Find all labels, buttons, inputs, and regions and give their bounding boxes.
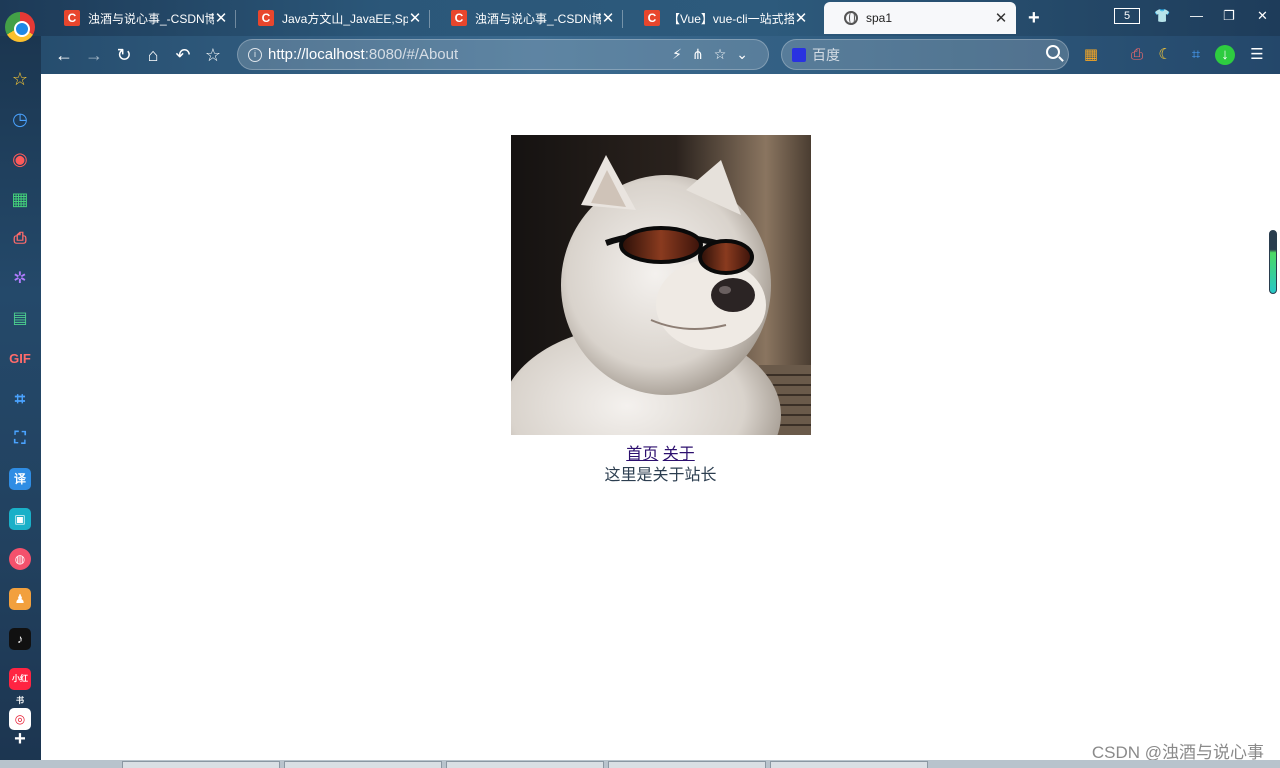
tab-title: 【Vue】vue-cli一站式搭 [668, 11, 794, 26]
qr-grid-icon[interactable]: ▦ [9, 188, 31, 210]
translate-icon[interactable]: 译 [9, 468, 31, 490]
search-icon[interactable] [1046, 45, 1060, 59]
close-icon[interactable]: ✕ [794, 9, 808, 27]
address-bar[interactable]: i http://localhost:8080/#/About ⚡⋔☆⌄ [237, 39, 769, 70]
taskbar-item[interactable] [608, 761, 766, 768]
apps-grid-icon[interactable]: ▦ [1081, 45, 1101, 65]
url-action-icons[interactable]: ⚡⋔☆⌄ [672, 46, 758, 63]
page-content: 首页 关于 这里是关于站长 [41, 74, 1280, 760]
tab-count-badge[interactable]: 5 [1114, 8, 1140, 24]
url-host: http://localhost [268, 46, 365, 63]
weibo-icon[interactable]: ◎ [9, 708, 31, 730]
csdn-icon: C [64, 10, 80, 26]
left-sidebar: ☆ ◷ ◉ ▦ ⎙ ✲ ▤ GIF ⌗ ⛶ 译 ▣ ◍ ♟ ♪ 小红书 ◎ + [0, 36, 41, 768]
browser-logo [5, 12, 35, 42]
tab-csdn-1[interactable]: C 浊酒与说心事_-CSDN博 ✕ [44, 2, 236, 34]
browser-titlebar: C 浊酒与说心事_-CSDN博 ✕ C Java方文山_JavaEE,Spri … [0, 0, 1280, 36]
close-icon[interactable]: ✕ [408, 9, 422, 27]
screenshot-icon[interactable]: ⛶ [9, 428, 31, 450]
globe-icon [844, 11, 858, 25]
taskbar-item[interactable] [770, 761, 928, 768]
tab-title: Java方文山_JavaEE,Spri [282, 11, 408, 26]
tab-title: 浊酒与说心事_-CSDN博 [88, 11, 214, 26]
home-icon[interactable]: ⌂ [142, 44, 164, 66]
new-tab-button[interactable]: + [1028, 7, 1040, 30]
favorites-star-icon[interactable]: ☆ [9, 68, 31, 90]
history-clock-icon[interactable]: ◷ [9, 108, 31, 130]
bug-icon[interactable]: ✲ [9, 268, 31, 290]
tab-spa1[interactable]: spa1 ✕ [824, 2, 1016, 34]
crop-sidebar-icon[interactable]: ⌗ [9, 388, 31, 410]
close-icon[interactable]: ✕ [214, 9, 228, 27]
forward-icon[interactable]: → [83, 44, 105, 66]
restore-icon[interactable]: ❐ [1223, 8, 1235, 24]
crop-icon[interactable]: ⌗ [1186, 45, 1206, 65]
download-icon[interactable]: ↓ [1215, 45, 1235, 65]
minimize-icon[interactable]: — [1190, 8, 1203, 23]
dog-sunglasses-image [511, 135, 811, 435]
display-icon[interactable]: ▣ [9, 508, 31, 530]
skin-icon[interactable]: 👕 [1154, 8, 1170, 24]
tab-vue[interactable]: C 【Vue】vue-cli一站式搭 ✕ [624, 2, 816, 34]
pdf-sidebar-icon[interactable]: ⎙ [9, 228, 31, 250]
about-text: 这里是关于站长 [604, 467, 717, 484]
close-icon[interactable]: ✕ [601, 9, 615, 27]
csdn-icon: C [451, 10, 467, 26]
notes-icon[interactable]: ▤ [9, 308, 31, 330]
tab-csdn-2[interactable]: C 浊酒与说心事_-CSDN博 ✕ [431, 2, 623, 34]
cast-icon[interactable]: ◍ [9, 548, 31, 570]
gif-icon[interactable]: GIF [9, 348, 31, 370]
baidu-icon [792, 47, 806, 62]
record-icon[interactable]: ◉ [9, 148, 31, 170]
add-icon[interactable]: + [9, 728, 31, 750]
taskbar-item[interactable] [446, 761, 604, 768]
tab-title: spa1 [866, 11, 893, 25]
taskbar-item[interactable] [122, 761, 280, 768]
scroll-indicator[interactable] [1269, 230, 1277, 294]
bookmark-star-icon[interactable]: ☆ [202, 44, 224, 66]
pdf-icon[interactable]: ⎙ [1127, 45, 1147, 65]
reload-icon[interactable]: ↻ [113, 44, 135, 66]
tab-java[interactable]: C Java方文山_JavaEE,Spri ✕ [238, 2, 430, 34]
taskbar-item[interactable] [284, 761, 442, 768]
search-placeholder: 百度 [812, 46, 840, 63]
browser-navbar: ← → ↻ ⌂ ↶ ☆ i http://localhost:8080/#/Ab… [41, 36, 1280, 74]
back-icon[interactable]: ← [53, 44, 75, 66]
xiaohongshu-icon[interactable]: 小红书 [9, 668, 31, 705]
close-icon[interactable]: ✕ [994, 9, 1008, 27]
tab-title: 浊酒与说心事_-CSDN博 [475, 11, 601, 26]
night-mode-icon[interactable]: ☾ [1155, 45, 1175, 65]
csdn-icon: C [644, 10, 660, 26]
window-close-icon[interactable]: ✕ [1257, 8, 1268, 24]
undo-icon[interactable]: ↶ [172, 44, 194, 66]
url-path: :8080/#/About [364, 46, 459, 63]
info-icon[interactable]: i [248, 47, 262, 62]
game-icon[interactable]: ♟ [9, 588, 31, 610]
csdn-icon: C [258, 10, 274, 26]
search-box[interactable]: 百度 [781, 39, 1069, 70]
menu-icon[interactable]: ☰ [1247, 45, 1267, 65]
tiktok-icon[interactable]: ♪ [9, 628, 31, 650]
